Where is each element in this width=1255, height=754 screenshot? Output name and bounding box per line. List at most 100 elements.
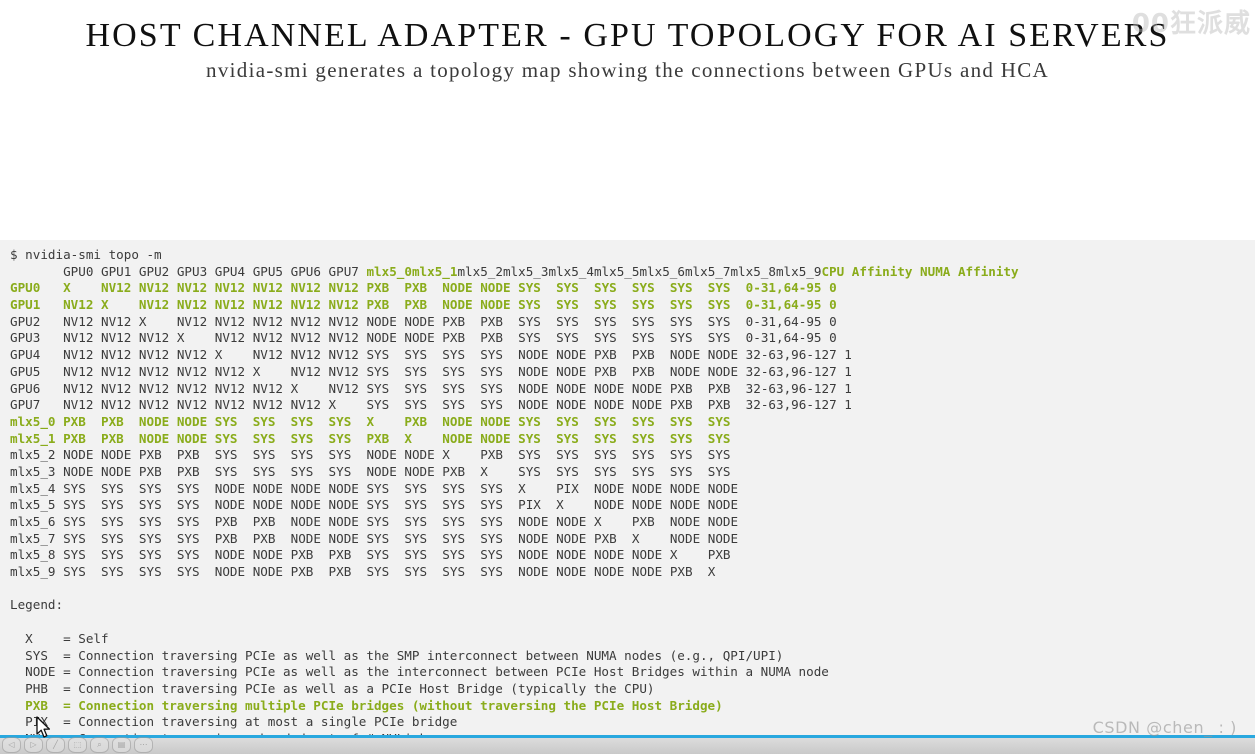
matrix-cell: SYS (593, 447, 632, 463)
display-icon[interactable]: ▤ (112, 737, 131, 753)
matrix-cell: NODE (480, 297, 519, 313)
matrix-cell: NODE (556, 347, 594, 363)
more-icon[interactable]: ⋯ (134, 737, 153, 753)
matrix-cell: NODE (631, 380, 670, 396)
row-label: mlx5_5 (10, 497, 64, 513)
matrix-cell: SYS (176, 514, 215, 529)
matrix-cell: PXB (631, 514, 670, 529)
matrix-cell: PXB (214, 530, 253, 546)
matrix-cell: NV12 (328, 297, 367, 313)
matrix-cell: PXB (669, 397, 708, 413)
matrix-cell: NV12 (290, 313, 329, 329)
matrix-cell: NODE (518, 564, 557, 580)
column-header-mlx5_5: mlx5_5 (593, 263, 640, 279)
legend-description: = Connection traversing PCIe as well as … (63, 647, 784, 663)
matrix-cell: SYS (138, 497, 177, 513)
matrix-cell: NODE (556, 564, 594, 580)
matrix-cell: NODE (176, 413, 215, 429)
matrix-cell: NODE (442, 430, 481, 446)
row-label: mlx5_0 (10, 413, 64, 429)
matrix-cell: SYS (176, 564, 215, 580)
row-label: GPU0 (10, 280, 64, 296)
matrix-cell: PXB (669, 564, 708, 580)
matrix-cell: X (593, 514, 632, 529)
matrix-cell: NODE (518, 514, 557, 529)
matrix-cell: SYS (366, 363, 405, 379)
matrix-cell: X (63, 280, 101, 296)
matrix-cell: NODE (328, 514, 367, 529)
matrix-cell: NODE (631, 547, 670, 563)
matrix-cell: NODE (707, 480, 746, 496)
matrix-cell: SYS (442, 363, 481, 379)
matrix-cell: PXB (176, 463, 215, 479)
matrix-cell: NODE (669, 530, 708, 546)
row-label: GPU3 (10, 330, 64, 346)
matrix-cell: NODE (631, 480, 670, 496)
matrix-cell: SYS (669, 413, 708, 429)
matrix-cell: SYS (63, 480, 101, 496)
matrix-cell: NODE (707, 497, 746, 513)
page-title: HOST CHANNEL ADAPTER - GPU TOPOLOGY FOR … (85, 17, 1170, 54)
matrix-cell: NV12 (328, 380, 367, 396)
matrix-cell: SYS (404, 514, 443, 529)
row-label: mlx5_1 (10, 430, 64, 446)
zoom-icon[interactable]: ⌕ (90, 737, 109, 753)
matrix-cell: PXB (404, 297, 443, 313)
bottom-toolbar-bar (0, 738, 1255, 754)
matrix-cell: PXB (593, 530, 632, 546)
matrix-cell: NV12 (138, 280, 177, 296)
matrix-cell: SYS (593, 430, 632, 446)
matrix-cell: NODE (63, 447, 101, 463)
numa-affinity-value: 1 (844, 347, 852, 363)
matrix-cell: NV12 (138, 380, 177, 396)
matrix-cell: SYS (404, 380, 443, 396)
matrix-cell: NV12 (176, 347, 215, 363)
matrix-cell: NV12 (138, 297, 177, 313)
matrix-cell: SYS (518, 297, 557, 313)
matrix-cell: SYS (518, 430, 557, 446)
matrix-cell: SYS (442, 480, 481, 496)
column-header-mlx5_7: mlx5_7 (684, 263, 731, 279)
matrix-cell: NODE (480, 430, 519, 446)
matrix-cell: NODE (138, 430, 177, 446)
matrix-cell: NODE (290, 514, 329, 529)
matrix-cell: NV12 (176, 363, 215, 379)
row-label: mlx5_3 (10, 463, 64, 479)
matrix-cell: SYS (404, 480, 443, 496)
matrix-cell: NV12 (101, 313, 139, 329)
matrix-row-mlx5_7: mlx5_7 SYS SYS SYS SYS PXB PXB NODE NODE… (10, 531, 1019, 548)
matrix-cell: NODE (442, 297, 481, 313)
matrix-cell: NODE (252, 497, 291, 513)
matrix-row-mlx5_4: mlx5_4 SYS SYS SYS SYS NODE NODE NODE NO… (10, 481, 1019, 498)
matrix-cell: SYS (101, 547, 139, 563)
matrix-cell: NODE (290, 480, 329, 496)
matrix-cell: NV12 (252, 280, 291, 296)
matrix-cell: SYS (290, 447, 329, 463)
matrix-cell: X (176, 330, 215, 346)
presentation-toolbar[interactable]: ◁ ▷ ╱ ⬚ ⌕ ▤ ⋯ (2, 737, 153, 753)
matrix-row-gpu0: GPU0 X NV12 NV12 NV12 NV12 NV12 NV12 NV1… (10, 280, 1019, 297)
legend-description: = Connection traversing multiple PCIe br… (63, 697, 723, 713)
matrix-cell: SYS (328, 430, 367, 446)
matrix-cell: SYS (214, 447, 253, 463)
matrix-cell: X (707, 564, 746, 580)
pen-icon[interactable]: ╱ (46, 737, 65, 753)
matrix-cell: SYS (669, 297, 708, 313)
cpu-affinity-value: 32-63,96-127 (745, 363, 845, 379)
matrix-row-gpu7: GPU7 NV12 NV12 NV12 NV12 NV12 NV12 NV12 … (10, 397, 1019, 414)
row-label: mlx5_2 (10, 447, 64, 463)
matrix-cell: NODE (366, 447, 405, 463)
matrix-cell: SYS (176, 547, 215, 563)
legend-description: = Connection traversing PCIe as well as … (63, 680, 655, 696)
matrix-cell: NV12 (63, 297, 101, 313)
highlighter-icon[interactable]: ⬚ (68, 737, 87, 753)
terminal-output-panel: $ nvidia-smi topo -m GPU0 GPU1 GPU2 GPU3… (0, 240, 1255, 754)
matrix-cell: SYS (518, 447, 557, 463)
play-icon[interactable]: ▷ (24, 737, 43, 753)
matrix-cell: SYS (631, 297, 670, 313)
matrix-cell: NODE (138, 413, 177, 429)
legend-entry: PHB = Connection traversing PCIe as well… (10, 681, 1019, 698)
matrix-cell: SYS (556, 413, 594, 429)
prev-icon[interactable]: ◁ (2, 737, 21, 753)
